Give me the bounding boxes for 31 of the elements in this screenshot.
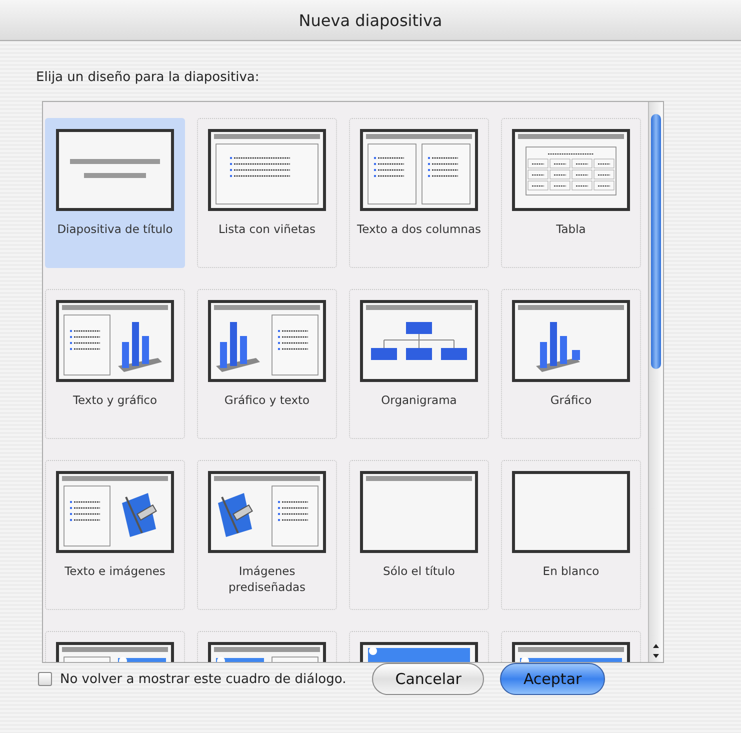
layout-label: Organigrama (381, 392, 457, 408)
layout-option[interactable]: Lista con viñetas (197, 118, 337, 268)
layout-label: Texto e imágenes (64, 563, 166, 579)
layout-label: Texto a dos columnas (357, 221, 481, 237)
scrollbar[interactable] (648, 102, 663, 662)
layout-label: En blanco (542, 563, 600, 579)
layout-label: Tabla (556, 221, 586, 237)
window-title: Nueva diapositiva (298, 10, 442, 30)
layout-label: Gráfico (550, 392, 592, 408)
layout-label: Texto y gráfico (72, 392, 158, 408)
layout-option[interactable]: Imágenes prediseñadas (197, 460, 337, 610)
layout-option[interactable]: Gráfico (501, 289, 641, 439)
layout-option[interactable]: Texto a dos columnas (349, 118, 489, 268)
layout-label: Imágenes prediseñadas (227, 563, 307, 595)
prompt-text: Elija un diseño para la diapositiva: (36, 70, 260, 85)
accept-button[interactable]: Aceptar (500, 663, 605, 695)
layout-option[interactable]: Texto e imágenes (45, 460, 185, 610)
layout-option[interactable]: Organigrama (349, 289, 489, 439)
cancel-button[interactable]: Cancelar (372, 663, 484, 695)
layout-label: Diapositiva de título (57, 221, 173, 237)
layout-option[interactable]: Gráfico y texto (197, 289, 337, 439)
checkbox[interactable] (38, 672, 52, 686)
layout-option[interactable]: Diapositiva de título (45, 118, 185, 268)
layout-label: Gráfico y texto (224, 392, 310, 408)
layout-option[interactable]: Texto y gráfico (45, 289, 185, 439)
layout-option[interactable]: Sólo el título (349, 460, 489, 610)
layout-option[interactable]: Tabla (501, 118, 641, 268)
layout-option[interactable]: En blanco (501, 460, 641, 610)
layout-label: Sólo el título (383, 563, 455, 579)
layout-label: Lista con viñetas (218, 221, 316, 237)
checkbox-label: No volver a mostrar este cuadro de diálogo. (60, 672, 346, 686)
